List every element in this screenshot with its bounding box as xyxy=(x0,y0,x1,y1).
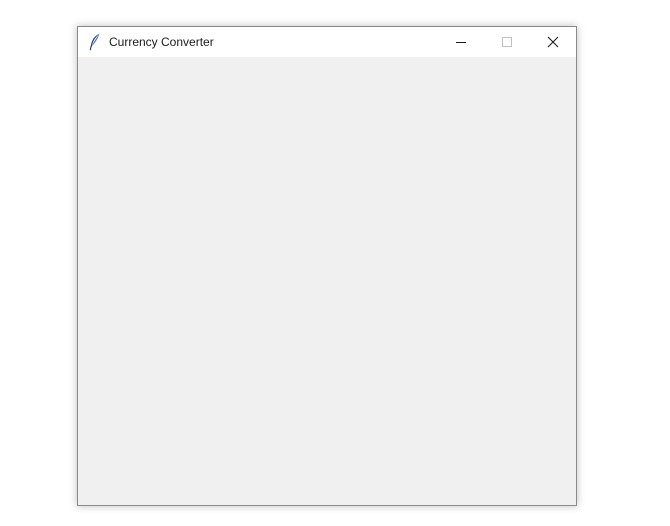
maximize-button[interactable] xyxy=(484,27,530,57)
minimize-button[interactable] xyxy=(438,27,484,57)
minimize-icon xyxy=(456,42,466,43)
title-bar[interactable]: Currency Converter xyxy=(78,27,576,57)
window-client-area xyxy=(78,57,576,505)
app-window: Currency Converter xyxy=(77,26,577,506)
window-controls xyxy=(438,27,576,57)
close-icon xyxy=(547,36,559,48)
window-title: Currency Converter xyxy=(109,35,214,49)
feather-icon[interactable] xyxy=(89,33,101,51)
close-button[interactable] xyxy=(530,27,576,57)
maximize-icon xyxy=(502,37,512,47)
